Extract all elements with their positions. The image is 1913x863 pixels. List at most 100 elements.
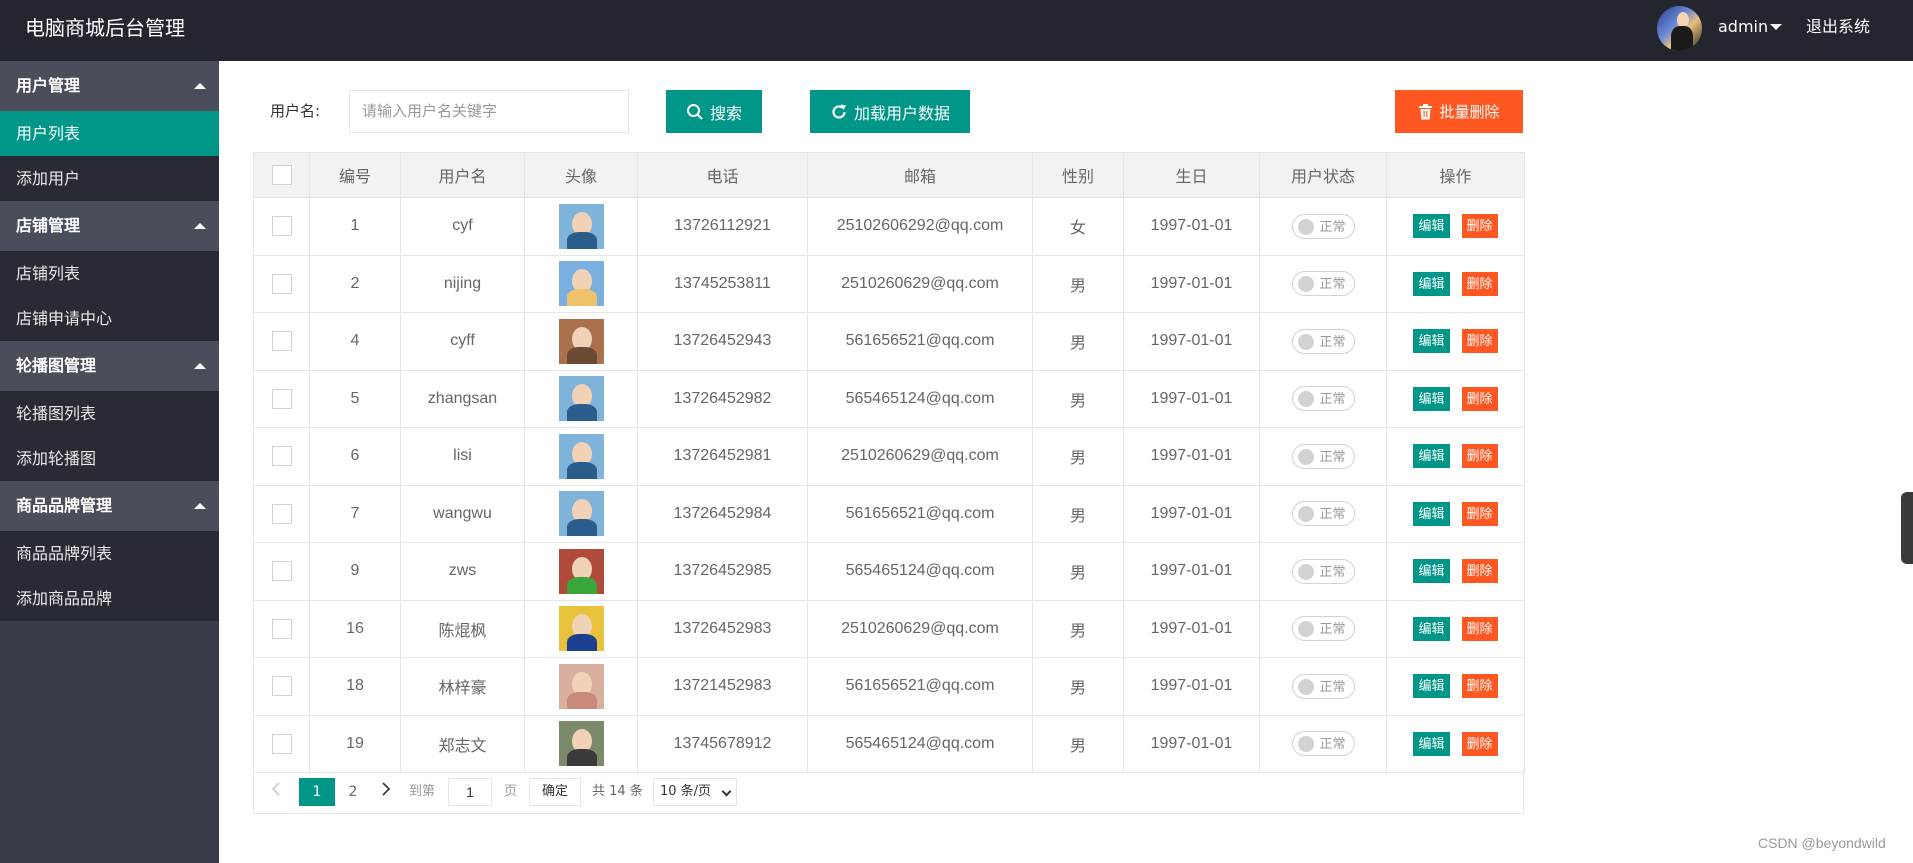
delete-button[interactable]: 删除 — [1461, 616, 1498, 641]
sidebar-item-shop-applications[interactable]: 店铺申请中心 — [0, 296, 219, 341]
row-checkbox[interactable] — [271, 733, 292, 754]
search-button[interactable]: 搜索 — [666, 90, 762, 133]
status-toggle[interactable]: 正常 — [1291, 213, 1355, 239]
edit-button[interactable]: 编辑 — [1413, 616, 1450, 641]
goto-confirm-button[interactable]: 确定 — [529, 778, 581, 806]
edge-side-tab[interactable] — [1901, 492, 1913, 564]
delete-button[interactable]: 删除 — [1461, 731, 1498, 756]
column-header-id[interactable]: 编号 — [309, 152, 401, 198]
status-toggle[interactable]: 正常 — [1291, 731, 1355, 757]
sidebar-group-brand-management[interactable]: 商品品牌管理 — [0, 481, 219, 531]
cell-actions: 编辑 删除 — [1386, 714, 1525, 773]
delete-button[interactable]: 删除 — [1461, 271, 1498, 296]
edit-button[interactable]: 编辑 — [1413, 731, 1450, 756]
edit-button[interactable]: 编辑 — [1413, 559, 1450, 584]
status-toggle[interactable]: 正常 — [1291, 328, 1355, 354]
sidebar-item-add-brand[interactable]: 添加商品品牌 — [0, 576, 219, 621]
sidebar-group-user-management[interactable]: 用户管理 — [0, 61, 219, 111]
page-size-select[interactable]: 10 条/页 — [653, 778, 737, 806]
sidebar-item-add-carousel[interactable]: 添加轮播图 — [0, 436, 219, 481]
column-header-gender[interactable]: 性别 — [1032, 152, 1124, 198]
row-checkbox[interactable] — [271, 273, 292, 294]
row-checkbox[interactable] — [271, 676, 292, 697]
sidebar-nav: 用户管理 用户列表 添加用户 店铺管理 店铺列表 店铺申请中心 轮播图管理 轮播… — [0, 61, 219, 863]
edit-button[interactable]: 编辑 — [1413, 444, 1450, 469]
row-select-cell — [253, 599, 310, 658]
sidebar-item-user-list[interactable]: 用户列表 — [0, 111, 219, 156]
sidebar-group-label: 店铺管理 — [16, 216, 81, 235]
edit-button[interactable]: 编辑 — [1413, 501, 1450, 526]
edit-button[interactable]: 编辑 — [1413, 271, 1450, 296]
delete-button[interactable]: 删除 — [1461, 674, 1498, 699]
page-button[interactable]: 2 — [335, 778, 371, 806]
status-toggle-label: 正常 — [1319, 736, 1346, 752]
edit-button[interactable]: 编辑 — [1413, 386, 1450, 411]
delete-button[interactable]: 删除 — [1461, 559, 1498, 584]
cell-id: 5 — [309, 369, 401, 428]
cell-status: 正常 — [1259, 254, 1387, 313]
edit-button[interactable]: 编辑 — [1413, 214, 1450, 239]
next-page-icon[interactable] — [371, 778, 401, 806]
cell-avatar — [524, 254, 638, 313]
row-checkbox[interactable] — [271, 503, 292, 524]
sidebar-item-shop-list[interactable]: 店铺列表 — [0, 251, 219, 296]
column-header-phone[interactable]: 电话 — [637, 152, 808, 198]
cell-status: 正常 — [1259, 657, 1387, 716]
row-checkbox[interactable] — [271, 388, 292, 409]
page-button-current[interactable]: 1 — [299, 778, 335, 806]
edit-button[interactable]: 编辑 — [1413, 329, 1450, 354]
cell-birthday: 1997-01-01 — [1123, 369, 1260, 428]
logout-link[interactable]: 退出系统 — [1806, 16, 1870, 38]
cell-phone: 13745678912 — [637, 714, 808, 773]
admin-avatar[interactable] — [1657, 6, 1702, 51]
username-search-input[interactable] — [349, 90, 629, 133]
status-toggle[interactable]: 正常 — [1291, 558, 1355, 584]
sidebar-item-brand-list[interactable]: 商品品牌列表 — [0, 531, 219, 576]
row-checkbox[interactable] — [271, 446, 292, 467]
table-row: 9 zws 13726452985 565465124@qq.com 男 1997-01-… — [253, 542, 1525, 601]
row-select-cell — [253, 312, 310, 371]
prev-page-icon[interactable] — [264, 778, 288, 806]
cell-phone: 13726452985 — [637, 542, 808, 601]
status-toggle[interactable]: 正常 — [1291, 501, 1355, 527]
row-checkbox[interactable] — [271, 561, 292, 582]
row-checkbox[interactable] — [271, 331, 292, 352]
column-header-email[interactable]: 邮箱 — [807, 152, 1033, 198]
sidebar-item-carousel-list[interactable]: 轮播图列表 — [0, 391, 219, 436]
delete-button[interactable]: 删除 — [1461, 386, 1498, 411]
admin-username[interactable]: admin — [1718, 16, 1768, 38]
batch-delete-button[interactable]: 批量删除 — [1395, 90, 1523, 133]
row-checkbox[interactable] — [271, 216, 292, 237]
load-user-data-button[interactable]: 加载用户数据 — [810, 90, 970, 133]
chevron-down-icon[interactable] — [1770, 24, 1782, 30]
status-toggle[interactable]: 正常 — [1291, 616, 1355, 642]
delete-button[interactable]: 删除 — [1461, 329, 1498, 354]
goto-page-input[interactable] — [448, 778, 492, 806]
toggle-knob — [1297, 448, 1314, 465]
column-header-avatar[interactable]: 头像 — [524, 152, 638, 198]
table-row: 5 zhangsan 13726452982 565465124@qq.com 男 199… — [253, 369, 1525, 428]
row-checkbox[interactable] — [271, 618, 292, 639]
sidebar-item-add-user[interactable]: 添加用户 — [0, 156, 219, 201]
column-header-birthday[interactable]: 生日 — [1123, 152, 1260, 198]
edit-button[interactable]: 编辑 — [1413, 674, 1450, 699]
status-toggle[interactable]: 正常 — [1291, 443, 1355, 469]
delete-button[interactable]: 删除 — [1461, 444, 1498, 469]
cell-email: 561656521@qq.com — [807, 484, 1033, 543]
delete-button[interactable]: 删除 — [1461, 214, 1498, 239]
delete-button[interactable]: 删除 — [1461, 501, 1498, 526]
column-header-actions[interactable]: 操作 — [1386, 152, 1525, 198]
status-toggle[interactable]: 正常 — [1291, 271, 1355, 297]
status-toggle[interactable]: 正常 — [1291, 386, 1355, 412]
sidebar-group-carousel-management[interactable]: 轮播图管理 — [0, 341, 219, 391]
sidebar-group-shop-management[interactable]: 店铺管理 — [0, 201, 219, 251]
cell-birthday: 1997-01-01 — [1123, 714, 1260, 773]
status-toggle[interactable]: 正常 — [1291, 673, 1355, 699]
chevron-up-icon — [194, 223, 206, 229]
cell-avatar — [524, 657, 638, 716]
toggle-knob — [1297, 333, 1314, 350]
table-header-row: 编号 用户名 头像 电话 邮箱 性别 生日 用户状态 操作 — [253, 152, 1525, 198]
select-all-checkbox[interactable] — [271, 165, 292, 185]
column-header-username[interactable]: 用户名 — [400, 152, 525, 198]
column-header-status[interactable]: 用户状态 — [1259, 152, 1387, 198]
